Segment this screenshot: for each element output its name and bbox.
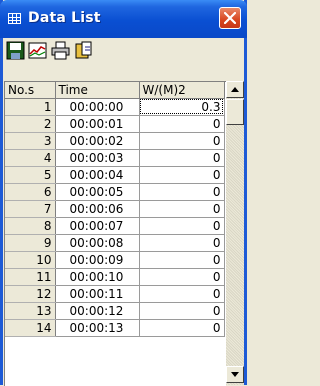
value-cell[interactable]: 0	[139, 251, 225, 269]
row-number: 6	[5, 183, 56, 201]
table-row[interactable]: 11 00:00:10 0	[5, 268, 225, 286]
row-number: 2	[5, 115, 56, 133]
grid-icon	[8, 13, 21, 24]
row-number: 8	[5, 217, 56, 235]
value-cell[interactable]: 0	[139, 302, 225, 320]
row-number: 11	[5, 268, 56, 286]
value-cell[interactable]: 0	[139, 115, 225, 133]
header-row: No.s Time W/(M)2	[5, 82, 225, 99]
toolbar	[5, 40, 244, 66]
close-icon	[224, 12, 236, 24]
table-row[interactable]: 14 00:00:13 0	[5, 319, 225, 337]
value-cell[interactable]: 0	[139, 319, 225, 337]
row-number: 4	[5, 149, 56, 167]
time-cell[interactable]: 00:00:03	[55, 149, 140, 167]
time-cell[interactable]: 00:00:08	[55, 234, 140, 252]
table-row[interactable]: 5 00:00:04 0	[5, 166, 225, 184]
value-cell[interactable]: 0	[139, 149, 225, 167]
value-cell[interactable]: 0	[139, 200, 225, 218]
table-row[interactable]: 10 00:00:09 0	[5, 251, 225, 269]
arrow-down-icon	[231, 372, 239, 377]
row-number: 7	[5, 200, 56, 218]
value-cell[interactable]: 0.3	[139, 98, 225, 116]
value-cell[interactable]: 0	[139, 166, 225, 184]
time-cell[interactable]: 00:00:06	[55, 200, 140, 218]
row-number: 14	[5, 319, 56, 337]
row-number: 13	[5, 302, 56, 320]
column-header-no[interactable]: No.s	[5, 82, 56, 99]
table-row[interactable]: 3 00:00:02 0	[5, 132, 225, 150]
table-row[interactable]: 6 00:00:05 0	[5, 183, 225, 201]
arrow-up-icon	[231, 87, 239, 92]
value-cell[interactable]: 0	[139, 183, 225, 201]
row-number: 1	[5, 98, 56, 116]
vertical-scrollbar[interactable]	[226, 81, 244, 385]
time-cell[interactable]: 00:00:05	[55, 183, 140, 201]
scroll-up-button[interactable]	[226, 81, 244, 98]
table-row[interactable]: 13 00:00:12 0	[5, 302, 225, 320]
time-cell[interactable]: 00:00:02	[55, 132, 140, 150]
table-row[interactable]: 1 00:00:00 0.3	[5, 98, 225, 116]
data-list-window: Data List No.s Time W/(M)2 1 00:00:00 0.…	[0, 0, 247, 386]
data-grid[interactable]: No.s Time W/(M)2 1 00:00:00 0.3 2 00:00:…	[4, 81, 226, 386]
table-row[interactable]: 12 00:00:11 0	[5, 285, 225, 303]
time-cell[interactable]: 00:00:01	[55, 115, 140, 133]
save-icon	[6, 41, 25, 60]
window-title: Data List	[28, 10, 101, 26]
time-cell[interactable]: 00:00:07	[55, 217, 140, 235]
chart-button[interactable]	[28, 41, 47, 60]
scroll-down-button[interactable]	[226, 366, 244, 383]
row-number: 9	[5, 234, 56, 252]
time-cell[interactable]: 00:00:12	[55, 302, 140, 320]
data-table: No.s Time W/(M)2 1 00:00:00 0.3 2 00:00:…	[5, 82, 225, 337]
time-cell[interactable]: 00:00:11	[55, 285, 140, 303]
export-icon	[75, 41, 92, 59]
time-cell[interactable]: 00:00:09	[55, 251, 140, 269]
row-number: 10	[5, 251, 56, 269]
time-cell[interactable]: 00:00:00	[55, 98, 140, 116]
row-number: 3	[5, 132, 56, 150]
close-button[interactable]	[219, 7, 241, 29]
table-row[interactable]: 8 00:00:07 0	[5, 217, 225, 235]
scroll-thumb[interactable]	[226, 99, 244, 125]
export-button[interactable]	[74, 41, 93, 60]
time-cell[interactable]: 00:00:10	[55, 268, 140, 286]
print-button[interactable]	[51, 41, 70, 60]
value-cell[interactable]: 0	[139, 132, 225, 150]
time-cell[interactable]: 00:00:13	[55, 319, 140, 337]
chart-icon	[28, 42, 47, 59]
print-icon	[51, 41, 70, 60]
value-cell[interactable]: 0	[139, 285, 225, 303]
title-bar[interactable]: Data List	[0, 0, 247, 38]
table-row[interactable]: 7 00:00:06 0	[5, 200, 225, 218]
value-cell[interactable]: 0	[139, 234, 225, 252]
value-cell[interactable]: 0	[139, 268, 225, 286]
value-cell[interactable]: 0	[139, 217, 225, 235]
time-cell[interactable]: 00:00:04	[55, 166, 140, 184]
column-header-value[interactable]: W/(M)2	[139, 82, 225, 99]
table-row[interactable]: 9 00:00:08 0	[5, 234, 225, 252]
table-row[interactable]: 2 00:00:01 0	[5, 115, 225, 133]
table-row[interactable]: 4 00:00:03 0	[5, 149, 225, 167]
save-button[interactable]	[6, 41, 25, 60]
column-header-time[interactable]: Time	[55, 82, 140, 99]
row-number: 5	[5, 166, 56, 184]
row-number: 12	[5, 285, 56, 303]
